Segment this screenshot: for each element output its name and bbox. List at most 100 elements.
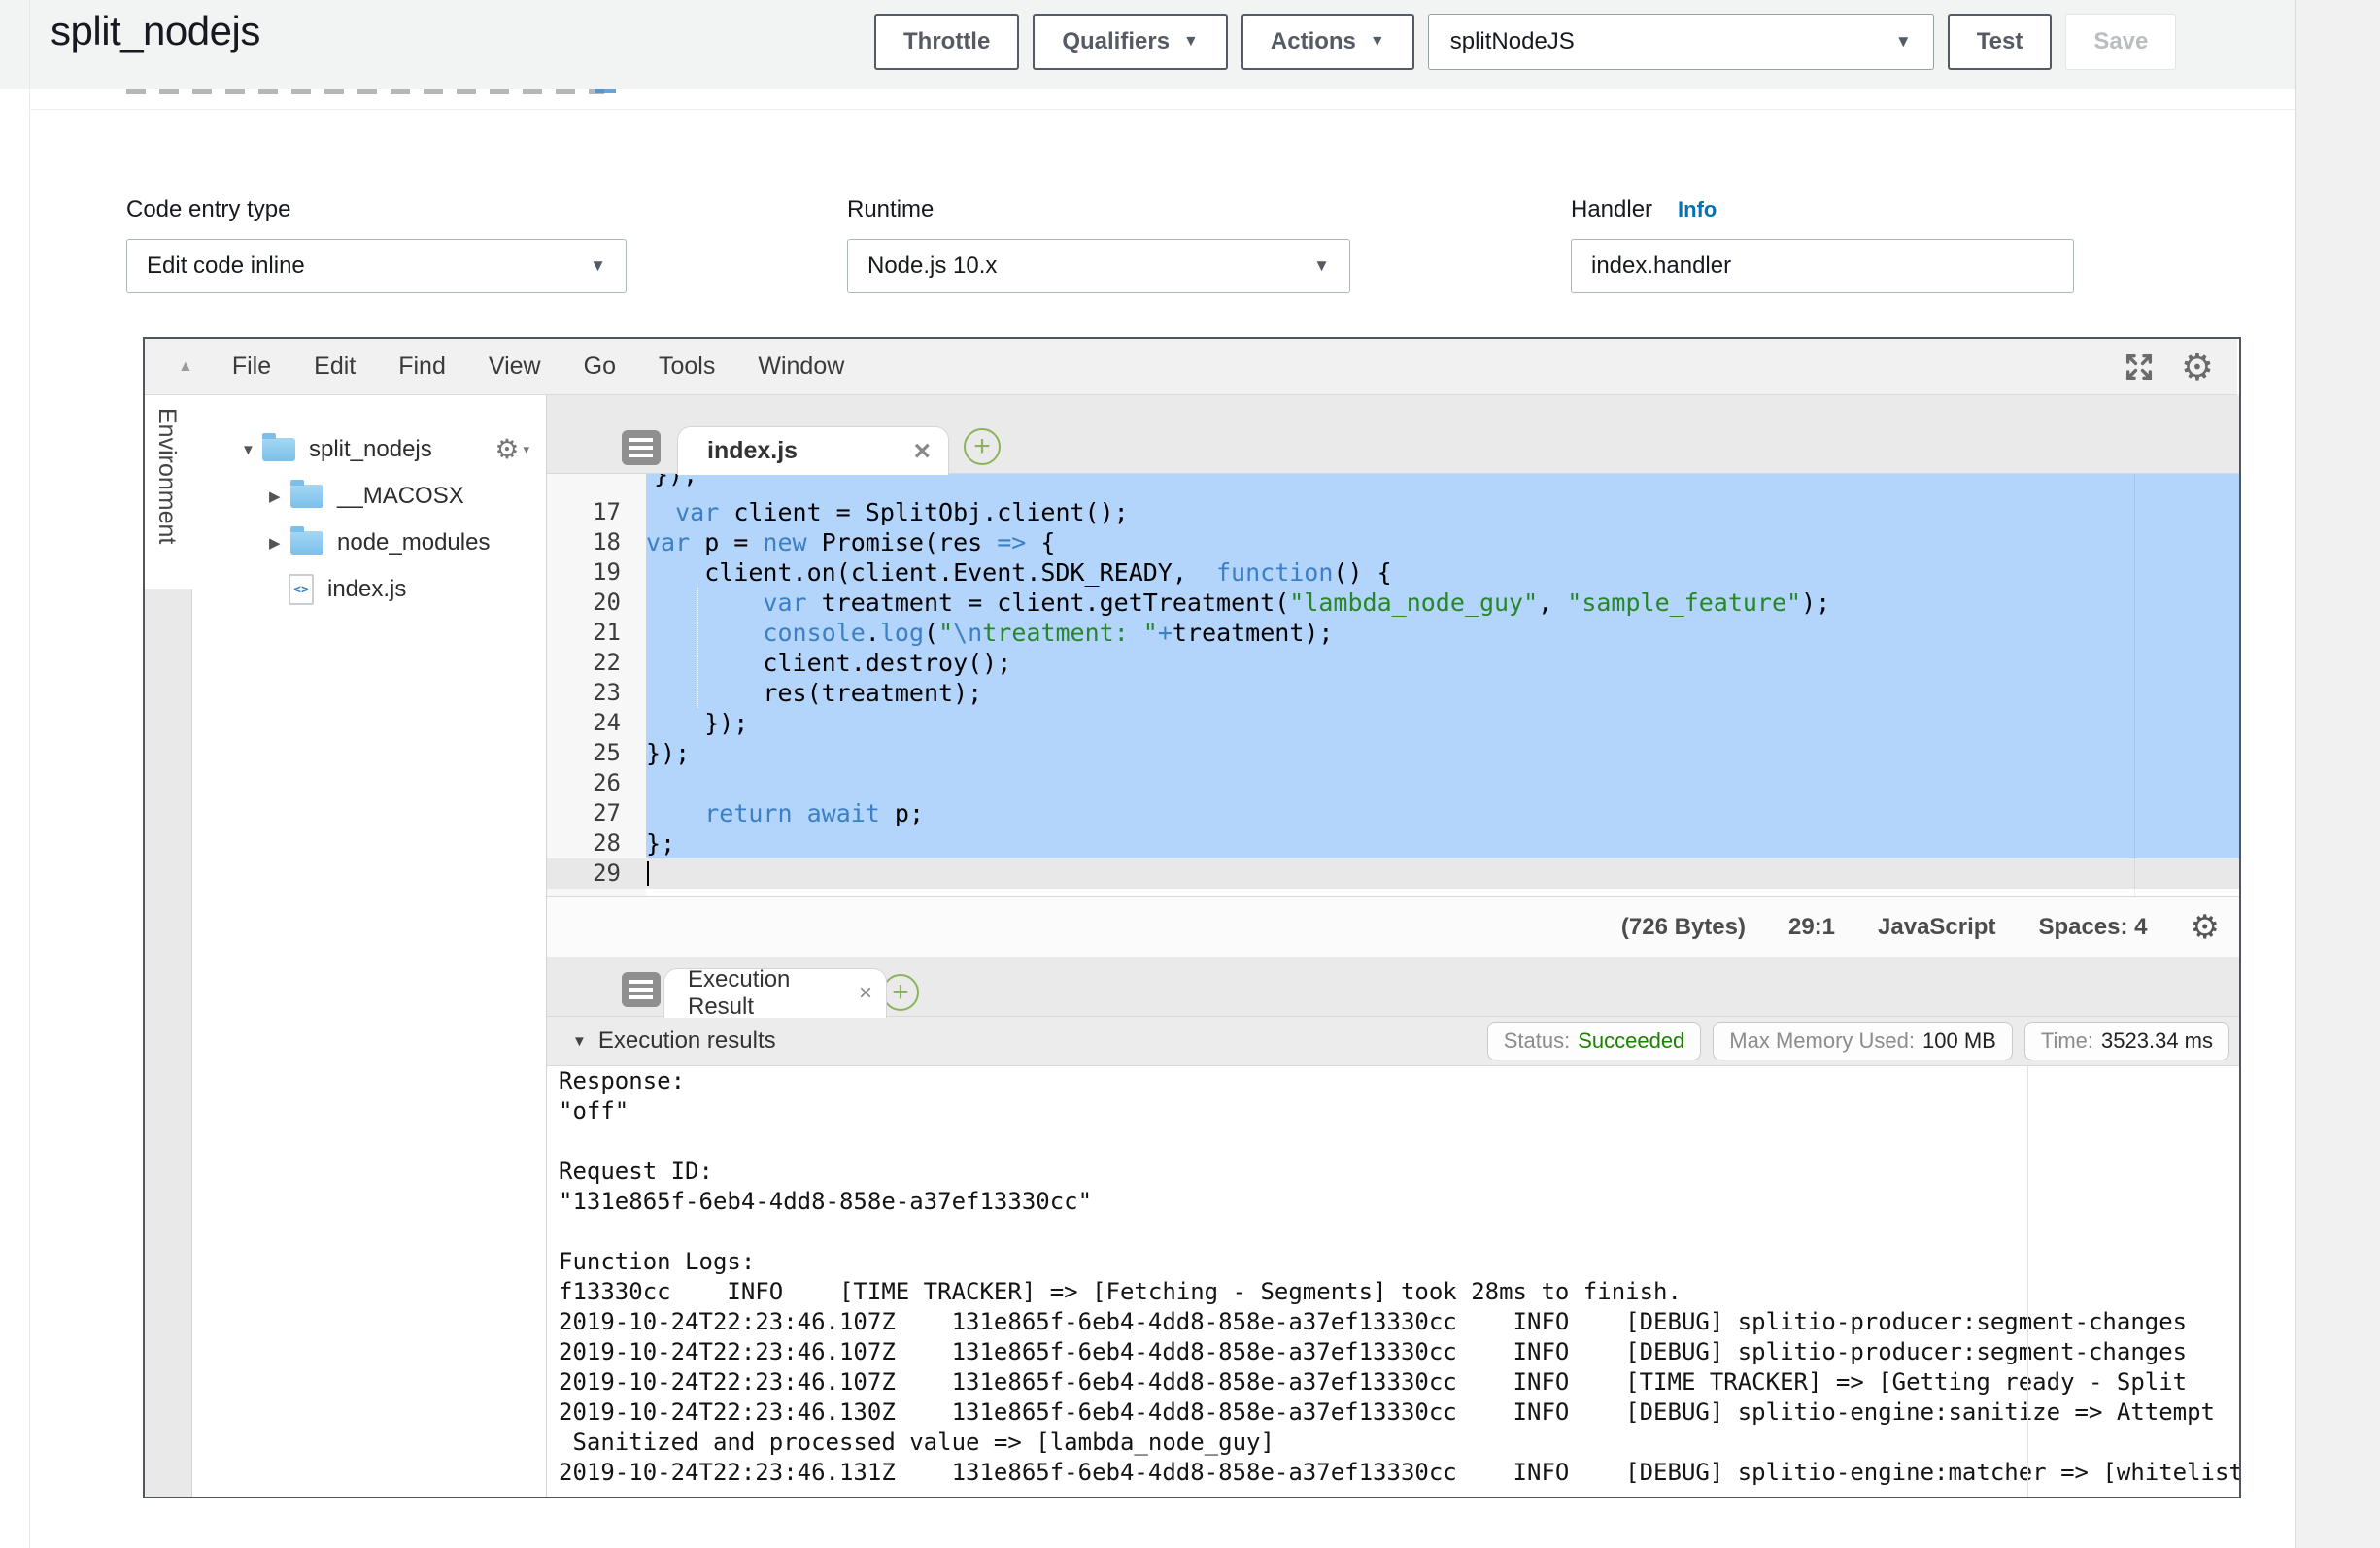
- code-line-23[interactable]: res(treatment);: [646, 678, 2239, 708]
- line-number: 29: [547, 858, 646, 889]
- folder-icon: [290, 485, 323, 508]
- code-line-22[interactable]: client.destroy();: [646, 648, 2239, 678]
- menu-view[interactable]: View: [489, 353, 541, 381]
- test-event-select[interactable]: splitNodeJS▼: [1428, 14, 1934, 70]
- code-entry-type-label: Code entry type: [126, 196, 290, 223]
- tree-item-macosx[interactable]: ▶ __MACOSX: [192, 475, 547, 518]
- new-tab-icon[interactable]: +: [964, 428, 1001, 465]
- code-area[interactable]: }); 17181920212223242526272829 var clien…: [547, 474, 2239, 896]
- statusbar-settings-gear-icon[interactable]: ⚙: [2191, 911, 2220, 944]
- status-language-mode[interactable]: JavaScript: [1878, 914, 1995, 941]
- code-line-29[interactable]: [646, 858, 2239, 889]
- tab-list-icon[interactable]: [622, 972, 661, 1007]
- indent-guide: [697, 588, 698, 708]
- code-line-25[interactable]: });: [646, 738, 2239, 768]
- collapse-editor-icon[interactable]: ▲: [178, 358, 193, 376]
- menu-file[interactable]: File: [232, 353, 271, 381]
- tree-settings-gear-icon[interactable]: ⚙▾: [494, 436, 547, 463]
- log-line: Sanitized and processed value => [lambda…: [547, 1428, 2239, 1458]
- log-print-margin: [2027, 1066, 2028, 1497]
- chevron-down-icon: ▼: [590, 256, 606, 276]
- chevron-down-icon: ▼: [1895, 32, 1912, 51]
- execution-results-header: ▼ Execution results Status:SucceededMax …: [547, 1017, 2239, 1066]
- menu-tools[interactable]: Tools: [659, 353, 715, 381]
- code-line-24[interactable]: });: [646, 708, 2239, 738]
- print-margin: [2134, 474, 2135, 896]
- menu-edit[interactable]: Edit: [314, 353, 356, 381]
- line-numbers: 17181920212223242526272829: [547, 497, 646, 889]
- code-line-18[interactable]: var p = new Promise(res => {: [646, 527, 2239, 557]
- page-scrollbar[interactable]: [2295, 0, 2380, 1548]
- status-indent-setting[interactable]: Spaces: 4: [2038, 914, 2147, 941]
- code-line-17[interactable]: var client = SplitObj.client();: [646, 497, 2239, 527]
- tab-execution-result[interactable]: Execution Result ×: [663, 968, 887, 1018]
- line-number: 17: [547, 497, 646, 527]
- line-number: 19: [547, 557, 646, 588]
- folder-icon: [290, 531, 323, 555]
- menu-window[interactable]: Window: [758, 353, 844, 381]
- handler-input[interactable]: [1571, 239, 2074, 293]
- code-entry-type-select[interactable]: Edit code inline▼: [126, 239, 627, 293]
- close-tab-icon[interactable]: ×: [913, 437, 931, 466]
- fullscreen-icon[interactable]: [2123, 351, 2156, 384]
- log-line: 2019-10-24T22:23:46.131Z 131e865f-6eb4-4…: [547, 1458, 2239, 1488]
- menu-go[interactable]: Go: [584, 353, 616, 381]
- tree-item-split-nodejs[interactable]: ▼ split_nodejs ⚙▾: [192, 428, 547, 471]
- collapse-results-icon[interactable]: ▼: [572, 1033, 587, 1050]
- chevron-down-icon: ▼: [1370, 34, 1385, 50]
- menu-find[interactable]: Find: [398, 353, 446, 381]
- page-title: split_nodejs: [51, 8, 260, 54]
- close-tab-icon[interactable]: ×: [859, 982, 872, 1005]
- editor-menubar-icons: ⚙: [2123, 349, 2237, 386]
- execution-results-title: Execution results: [598, 1027, 776, 1055]
- result-badges: Status:SucceededMax Memory Used:100 MBTi…: [1487, 1022, 2229, 1060]
- execution-log[interactable]: Response:"off"Request ID:"131e865f-6eb4-…: [547, 1066, 2239, 1497]
- code-line-26[interactable]: [646, 768, 2239, 798]
- log-line: "131e865f-6eb4-4dd8-858e-a37ef13330cc": [547, 1187, 2239, 1217]
- log-line: [547, 1217, 2239, 1247]
- editor-statusbar: (726 Bytes)29:1JavaScriptSpaces: 4 ⚙: [547, 896, 2239, 957]
- line-number: 27: [547, 798, 646, 828]
- divider: [29, 109, 2295, 110]
- handler-info-link[interactable]: Info: [1678, 197, 1717, 221]
- code-line-19[interactable]: client.on(client.Event.SDK_READY, functi…: [646, 557, 2239, 588]
- throttle-button[interactable]: Throttle: [874, 14, 1019, 70]
- tree-item-index-js[interactable]: <> index.js: [192, 568, 547, 611]
- line-number: 24: [547, 708, 646, 738]
- environment-label: Environment: [153, 408, 181, 544]
- log-line: 2019-10-24T22:23:46.107Z 131e865f-6eb4-4…: [547, 1337, 2239, 1367]
- text-cursor: [647, 861, 649, 886]
- code-line-28[interactable]: };: [646, 828, 2239, 858]
- tab-index-js[interactable]: index.js ×: [677, 426, 949, 475]
- editor-settings-gear-icon[interactable]: ⚙: [2181, 349, 2214, 386]
- line-number: 23: [547, 678, 646, 708]
- runtime-label: Runtime: [847, 196, 934, 223]
- qualifiers-button[interactable]: Qualifiers▼: [1033, 14, 1228, 70]
- environment-sidebar-track: [145, 589, 192, 1497]
- line-number: 25: [547, 738, 646, 768]
- editor-menubar: ▲ File Edit Find View Go Tools Window ⚙: [145, 339, 2237, 395]
- handler-label: HandlerInfo: [1571, 196, 1717, 223]
- status-cursor-position[interactable]: 29:1: [1788, 914, 1835, 941]
- chevron-collapsed-icon[interactable]: ▶: [269, 488, 290, 505]
- log-line: 2019-10-24T22:23:46.107Z 131e865f-6eb4-4…: [547, 1367, 2239, 1397]
- clipped-content-remnant: [595, 89, 616, 93]
- clipped-content-remnant: [126, 89, 604, 94]
- line-number: 20: [547, 588, 646, 618]
- code-line-21[interactable]: console.log("\ntreatment: "+treatment);: [646, 618, 2239, 648]
- tab-list-icon[interactable]: [622, 430, 661, 465]
- code-line-20[interactable]: var treatment = client.getTreatment("lam…: [646, 588, 2239, 618]
- code-line-27[interactable]: return await p;: [646, 798, 2239, 828]
- new-tab-icon[interactable]: +: [882, 974, 919, 1011]
- test-button[interactable]: Test: [1948, 14, 2053, 70]
- log-line: "off": [547, 1096, 2239, 1127]
- save-button[interactable]: Save: [2065, 14, 2176, 70]
- chevron-down-icon: ▼: [1313, 256, 1330, 276]
- chevron-collapsed-icon[interactable]: ▶: [269, 534, 290, 552]
- chevron-expanded-icon[interactable]: ▼: [241, 442, 262, 458]
- tree-item-node-modules[interactable]: ▶ node_modules: [192, 522, 547, 564]
- line-number: 21: [547, 618, 646, 648]
- actions-button[interactable]: Actions▼: [1241, 14, 1414, 70]
- log-line: f13330cc INFO [TIME TRACKER] => [Fetchin…: [547, 1277, 2239, 1307]
- runtime-select[interactable]: Node.js 10.x▼: [847, 239, 1350, 293]
